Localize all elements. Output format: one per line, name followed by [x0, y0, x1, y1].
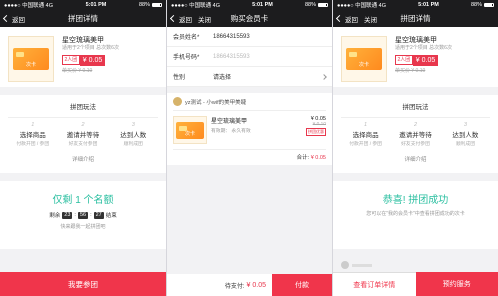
name-input[interactable]: 18664315593 [213, 34, 326, 40]
status-bar: ●●●●○ 中国联通 4G 5:01 PM 88% [333, 0, 498, 10]
nav-bar: 返回 拼团详情 [0, 10, 166, 27]
countdown-seconds: 27 [93, 211, 104, 219]
promo-section: 仅剩 1 个名额 剩余 23: 56: 27 结束 快来跟我一起拼团吧 [0, 181, 166, 249]
pay-bar: 待支付: ¥ 0.05 付款 [167, 274, 332, 296]
join-group-button[interactable]: 我要参团 [0, 272, 166, 296]
step-2: 2 邀请并等待 好友支付参团 [66, 122, 100, 147]
screen-buy-card: ●●●●○ 中国联通 4G 5:01 PM 88% 返回 关闭 购买会员卡 会员… [166, 0, 332, 296]
slots-remaining: 仅剩 1 个名额 [52, 195, 114, 206]
chevron-left-icon [169, 14, 178, 23]
pay-button[interactable]: 付款 [272, 274, 332, 296]
step-1: 1 选择商品 付款开团 / 参团 [16, 122, 50, 147]
shop-name: yz测试 - 小wif的美甲美睫 [185, 99, 247, 106]
promo-hint: 快来跟我一起拼团吧 [60, 224, 106, 230]
nav-bar: 返回 关闭 购买会员卡 [167, 10, 332, 27]
group-price: ¥ 0.05 [79, 54, 106, 66]
detail-link[interactable]: 详细介绍 [8, 155, 158, 169]
chevron-right-icon [321, 73, 327, 80]
screen-group-detail: ●●●●○ 中国联通 4G 5:01 PM 88% 返回 拼团详情 次卡 星空琉… [0, 0, 166, 296]
app-screens: ●●●●○ 中国联通 4G 5:01 PM 88% 返回 拼团详情 次卡 星空琉… [0, 0, 498, 296]
product-name: 星空琉璃美甲 [62, 37, 104, 44]
success-section: 恭喜! 拼团成功 您可以在"我的会员卡"中查看拼团成功的次卡 [333, 181, 498, 249]
action-bar: 查看订单详情 预约服务 [333, 272, 498, 296]
name-row[interactable]: 会员姓名* 18664315593 [167, 27, 332, 47]
countdown-minutes: 56 [77, 211, 89, 219]
product-card[interactable]: 次卡 星空琉璃美甲 适用于2个项目 总次数6次 2人团 ¥ 0.05 单买价 ¥ … [333, 27, 498, 87]
chevron-left-icon [335, 14, 344, 23]
avatar [341, 261, 349, 269]
battery-icon [317, 2, 328, 8]
step-3: 3 达到人数 顺利成团 [452, 122, 479, 147]
gender-row[interactable]: 性别 请选择 [167, 67, 332, 87]
screen-group-success: ●●●●○ 中国联通 4G 5:01 PM 88% 返回 关闭 拼团详情 次卡 … [332, 0, 498, 296]
member-form: 会员姓名* 18664315593 手机号码* 18664315593 性别 请选择 … [167, 27, 332, 165]
battery-icon [483, 2, 494, 8]
status-bar: ●●●●○ 中国联通 4G 5:01 PM 88% [0, 0, 166, 10]
order-item: 次卡 星空琉璃美甲 有效期： 永久有效 ¥ 0.05 ¥ 0.10 拼团优惠 [173, 111, 326, 149]
rules-heading: 拼团玩法 [70, 104, 96, 111]
back-button[interactable]: 返回 [333, 14, 358, 24]
card-image: 次卡 [176, 121, 204, 139]
battery-icon [151, 2, 162, 8]
order-summary: yz测试 - 小wif的美甲美睫 次卡 星空琉璃美甲 有效期： 永久有效 ¥ 0.… [167, 93, 332, 165]
carrier-label: ●●●●○ 中国联通 4G [4, 3, 54, 9]
book-service-button[interactable]: 预约服务 [415, 272, 498, 296]
shop-avatar [173, 97, 182, 106]
pay-amount: ¥ 0.05 [246, 281, 266, 289]
product-thumb: 次卡 [8, 36, 54, 82]
step-2: 2 邀请并等待 好友支付参团 [399, 122, 432, 147]
phone-row[interactable]: 手机号码* 18664315593 [167, 47, 332, 67]
card-image: 次卡 [13, 48, 49, 70]
detail-link[interactable]: 详细介绍 [341, 155, 490, 169]
product-sub: 适用于2个项目 总次数6次 [62, 45, 119, 52]
step-3: 3 达到人数 顺利成团 [120, 122, 147, 147]
countdown-hours: 23 [62, 211, 73, 219]
order-detail-button[interactable]: 查看订单详情 [333, 272, 416, 296]
original-price: 单买价 ¥ 0.10 [62, 67, 93, 74]
back-button[interactable]: 返回 [167, 14, 192, 24]
step-1: 1 选择商品 付款开团 / 参团 [349, 122, 382, 147]
battery-label: 88% [138, 2, 150, 8]
close-button[interactable]: 关闭 [198, 14, 211, 24]
chevron-left-icon [2, 14, 11, 23]
product-card[interactable]: 次卡 星空琉璃美甲 适用于2个项目 总次数6次 2人团 ¥ 0.05 单买价 ¥ … [0, 27, 166, 87]
close-button[interactable]: 关闭 [364, 14, 377, 24]
countdown: 剩余 23: 56: 27 结束 [49, 211, 117, 219]
member-row [341, 260, 490, 270]
phone-input[interactable]: 18664315593 [213, 54, 326, 60]
card-image: 次卡 [346, 48, 382, 70]
order-total: 合计: ¥ 0.05 [173, 149, 326, 161]
time-label: 5:01 PM [85, 2, 107, 8]
success-hint: 您可以在"我的会员卡"中查看拼团成功的次卡 [366, 211, 465, 217]
nav-bar: 返回 关闭 拼团详情 [333, 10, 498, 27]
rules-section: 拼团玩法 1 选择商品 付款开团 / 参团 2 邀请并等待 好友支付参团 3 达到人数 顺利… [333, 95, 498, 173]
success-title: 恭喜! 拼团成功 [382, 195, 449, 206]
group-tag: 2人团 [62, 55, 80, 65]
status-bar: ●●●●○ 中国联通 4G 5:01 PM 88% [167, 0, 332, 10]
back-button[interactable]: 返回 [0, 14, 25, 24]
rules-section: 拼团玩法 1 选择商品 付款开团 / 参团 2 邀请并等待 好友支付参团 3 达到人数 顺利… [0, 95, 166, 173]
gender-select[interactable]: 请选择 [213, 72, 322, 81]
